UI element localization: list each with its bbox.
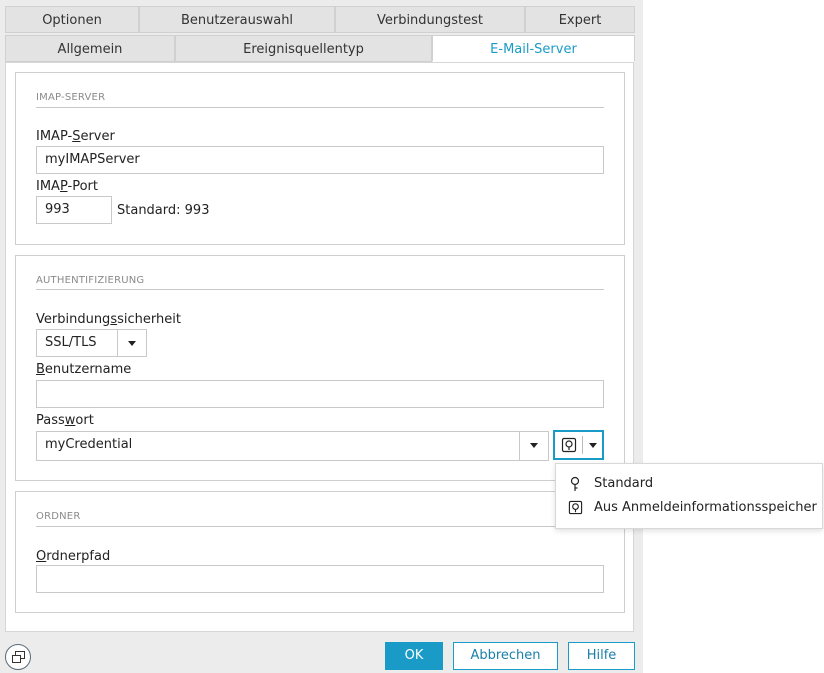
chevron-down-icon[interactable] — [117, 330, 146, 356]
security-select[interactable]: SSL/TLS — [36, 329, 147, 357]
credential-source-menu: Standard Aus Anmeldeinformationsspeicher — [555, 463, 823, 529]
credential-safe-icon — [568, 500, 583, 515]
tab-benutzerauswahl[interactable]: Benutzerauswahl — [139, 6, 335, 33]
menu-item-standard[interactable]: Standard — [556, 472, 822, 496]
tab-expert[interactable]: Expert — [525, 6, 635, 33]
group-title-imap: IMAP-SERVER — [36, 92, 106, 103]
tab-email-server[interactable]: E-Mail-Server — [432, 35, 635, 62]
divider — [36, 107, 604, 108]
divider — [36, 526, 604, 527]
imap-server-group: IMAP-SERVER IMAP-Server myIMAPServer IMA… — [15, 72, 625, 245]
imap-port-standard: Standard: 993 — [117, 203, 210, 218]
tab-ereignisquellentyp[interactable]: Ereignisquellentyp — [175, 35, 432, 62]
security-label: Verbindungssicherheit — [36, 312, 181, 327]
tab-verbindungstest[interactable]: Verbindungstest — [335, 6, 525, 33]
imap-port-input[interactable]: 993 — [36, 196, 112, 224]
cancel-button[interactable]: Abbrechen — [453, 642, 558, 670]
credential-safe-icon — [561, 437, 577, 453]
divider — [36, 289, 604, 290]
ok-button[interactable]: OK — [385, 642, 443, 670]
windows-switch-button[interactable] — [5, 644, 31, 670]
tab-allgemein[interactable]: Allgemein — [5, 35, 175, 62]
imap-port-label: IMAP-Port — [36, 179, 98, 194]
group-title-folder: ORDNER — [36, 511, 81, 522]
folder-group: ORDNER Ordnerpfad — [15, 491, 625, 613]
tab-optionen[interactable]: Optionen — [5, 6, 139, 33]
menu-item-label: Aus Anmeldeinformationsspeicher — [594, 500, 817, 515]
menu-item-credential-store[interactable]: Aus Anmeldeinformationsspeicher — [556, 496, 822, 520]
chevron-down-icon[interactable] — [589, 443, 597, 448]
username-input[interactable] — [36, 380, 604, 408]
folder-path-label: Ordnerpfad — [36, 549, 111, 564]
folder-path-input[interactable] — [36, 565, 604, 593]
security-value: SSL/TLS — [45, 335, 97, 350]
imap-server-input[interactable]: myIMAPServer — [36, 146, 604, 174]
credential-source-button[interactable] — [553, 430, 604, 460]
group-title-auth: AUTHENTIFIZIERUNG — [36, 275, 145, 286]
password-value: myCredential — [45, 437, 133, 452]
help-button[interactable]: Hilfe — [568, 642, 635, 670]
password-select[interactable]: myCredential — [36, 431, 549, 461]
tab-row-top: Optionen Benutzerauswahl Verbindungstest… — [5, 6, 635, 33]
divider — [582, 436, 583, 454]
window-icon — [12, 651, 25, 663]
username-label: Benutzername — [36, 362, 132, 377]
tab-row-bottom: Allgemein Ereignisquellentyp E-Mail-Serv… — [5, 35, 635, 62]
authentication-group: AUTHENTIFIZIERUNG Verbindungssicherheit … — [15, 255, 625, 481]
imap-server-label: IMAP-Server — [36, 129, 115, 144]
password-label: Passwort — [36, 413, 94, 428]
menu-item-label: Standard — [594, 476, 654, 491]
chevron-down-icon[interactable] — [519, 432, 548, 460]
key-icon — [570, 476, 580, 491]
